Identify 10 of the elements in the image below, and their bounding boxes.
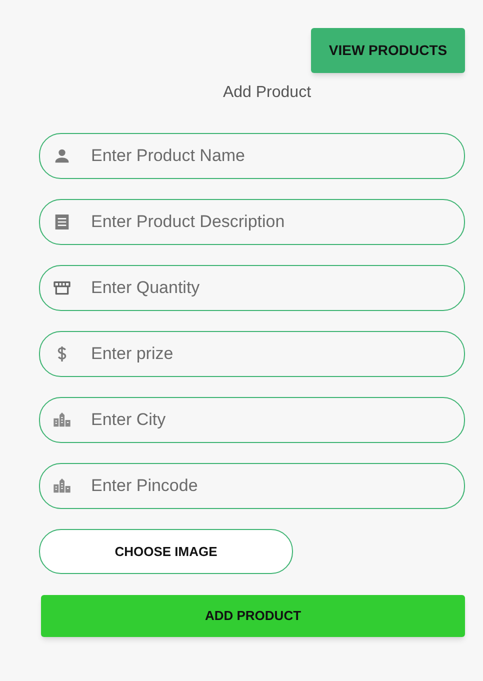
- input-field[interactable]: Enter City: [39, 397, 465, 443]
- input-field[interactable]: Enter Product Name: [39, 133, 465, 179]
- page-title: Add Product: [222, 83, 312, 103]
- input-field[interactable]: Enter Pincode: [39, 463, 465, 509]
- input-field[interactable]: Enter prize: [39, 331, 465, 377]
- choose-image-button[interactable]: CHOOSE IMAGE: [39, 529, 293, 574]
- add-product-button[interactable]: ADD PRODUCT: [41, 595, 465, 637]
- view-products-button[interactable]: VIEW PRODUCTS: [311, 28, 465, 73]
- input-field[interactable]: Enter Product Description: [39, 199, 465, 245]
- input-field[interactable]: Enter Quantity: [39, 265, 465, 311]
